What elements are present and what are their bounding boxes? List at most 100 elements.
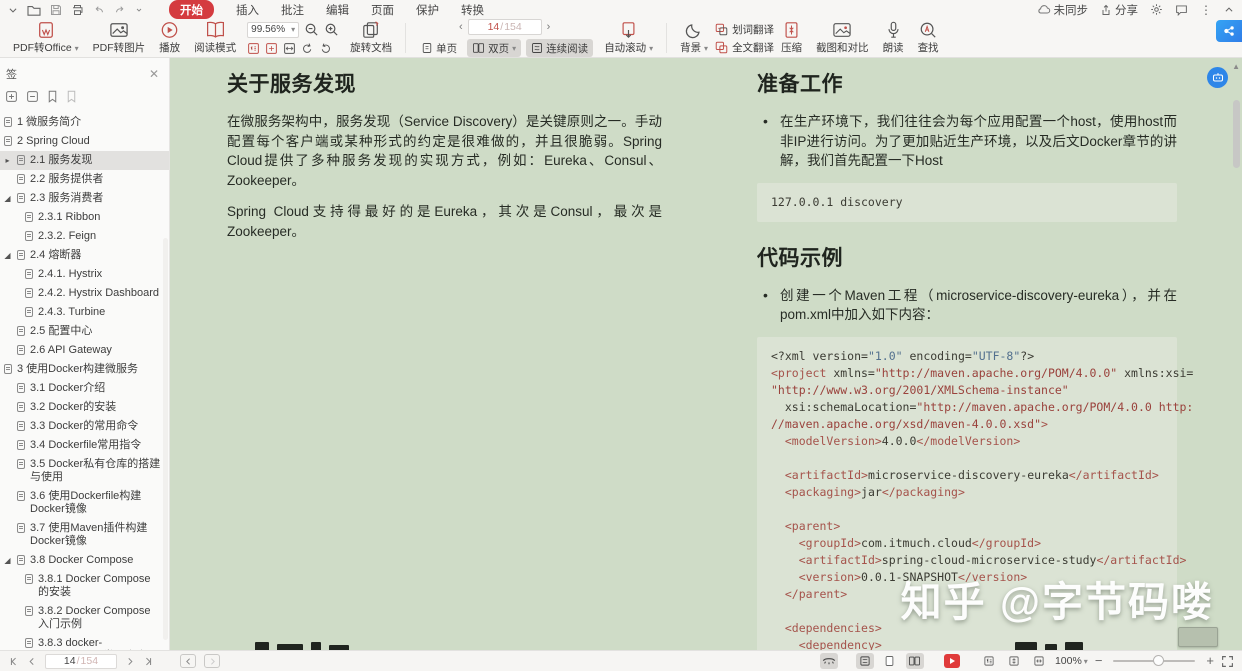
tab-insert[interactable]: 插入 — [236, 2, 259, 18]
collapse-all-icon[interactable] — [26, 90, 39, 103]
tab-edit[interactable]: 编辑 — [326, 2, 349, 18]
play-button[interactable]: 播放 — [152, 19, 187, 57]
fit-page-icon[interactable] — [265, 42, 278, 55]
prev-page-icon[interactable] — [27, 656, 37, 667]
collapse-icon[interactable]: ◢ — [3, 192, 12, 205]
bookmark-item[interactable]: 2 Spring Cloud — [0, 132, 169, 151]
undo-icon[interactable] — [93, 4, 105, 15]
bookmark-item[interactable]: 3.8.3 docker-compose.yml常用命令 — [0, 634, 169, 650]
compress-button[interactable]: 压缩 — [774, 19, 809, 57]
more-options-icon[interactable]: ⋮ — [1200, 3, 1212, 17]
menu-chevron-icon[interactable] — [8, 5, 18, 15]
single-page-button[interactable]: 单页 — [416, 39, 462, 57]
previous-view-button[interactable] — [180, 654, 196, 668]
read-aloud-button[interactable]: 朗读 — [876, 19, 911, 57]
collapse-icon[interactable]: ◢ — [3, 249, 12, 262]
bookmark-item[interactable]: 2.2 服务提供者 — [0, 170, 169, 189]
double-page-button[interactable]: 双页 ▾ — [467, 39, 521, 57]
close-panel-icon[interactable]: ✕ — [149, 67, 159, 81]
zoom-slider[interactable] — [1113, 660, 1195, 662]
prev-page-icon[interactable]: ‹ — [459, 21, 463, 33]
background-button[interactable]: 背景 ▾ — [673, 19, 715, 57]
double-page-mode-button[interactable] — [906, 653, 924, 669]
video-play-button[interactable] — [944, 654, 960, 668]
zoom-out-button[interactable]: − — [1095, 656, 1103, 666]
expand-icon[interactable]: ▸ — [3, 154, 12, 167]
zoom-input[interactable]: 99.56%▾ — [247, 22, 299, 38]
settings-gear-icon[interactable] — [1150, 3, 1163, 16]
bookmark-item[interactable]: 3.1 Docker介绍 — [0, 379, 169, 398]
bookmark-item[interactable]: 3.8.1 Docker Compose的安装 — [0, 570, 169, 602]
expand-all-icon[interactable] — [5, 90, 18, 103]
actual-size-icon[interactable] — [247, 42, 260, 55]
zoom-level[interactable]: 100%▾ — [1055, 655, 1088, 667]
collapse-ribbon-icon[interactable] — [1224, 5, 1234, 15]
collapse-icon[interactable]: ◢ — [3, 554, 12, 567]
bookmark-item[interactable]: 3.2 Docker的安装 — [0, 398, 169, 417]
scroll-up-icon[interactable]: ▲ — [1232, 62, 1240, 71]
bookmark-item[interactable]: 1 微服务简介 — [0, 113, 169, 132]
bookmark-item[interactable]: 2.6 API Gateway — [0, 341, 169, 360]
bookmark-item[interactable]: 3.3 Docker的常用命令 — [0, 417, 169, 436]
bookmark-item[interactable]: 3 使用Docker构建微服务 — [0, 360, 169, 379]
last-page-icon[interactable] — [143, 656, 154, 667]
print-icon[interactable] — [71, 4, 84, 16]
first-page-icon[interactable] — [8, 656, 19, 667]
feedback-icon[interactable] — [1175, 4, 1188, 16]
find-button[interactable]: 查找 — [911, 19, 946, 57]
bookmark-item[interactable]: 3.7 使用Maven插件构建Docker镜像 — [0, 519, 169, 551]
next-page-icon[interactable]: › — [547, 21, 551, 33]
delete-bookmark-icon[interactable] — [66, 90, 77, 103]
bookmark-item[interactable]: 3.8.2 Docker Compose入门示例 — [0, 602, 169, 634]
zoom-out-icon[interactable] — [304, 22, 319, 37]
fit-width-button[interactable] — [1030, 653, 1048, 669]
continuous-read-button[interactable]: 连续阅读 — [526, 39, 593, 57]
bookmark-item[interactable]: 2.3.1 Ribbon — [0, 208, 169, 227]
bookmark-item[interactable]: ▸2.1 服务发现 — [0, 151, 169, 170]
page-number-input[interactable]: 14/154 — [468, 19, 542, 35]
actual-size-button[interactable] — [980, 653, 998, 669]
bookmark-item[interactable]: ◢3.8 Docker Compose — [0, 551, 169, 570]
read-mode-button[interactable]: 阅读模式 — [187, 19, 243, 57]
zoom-in-icon[interactable] — [324, 22, 339, 37]
content-scrollbar[interactable] — [1233, 100, 1240, 168]
tab-convert[interactable]: 转换 — [461, 2, 484, 18]
continuous-mode-button[interactable] — [856, 653, 874, 669]
fit-page-button[interactable] — [1005, 653, 1023, 669]
sidebar-scrollbar[interactable] — [163, 238, 168, 640]
bookmark-item[interactable]: 2.3.2. Feign — [0, 227, 169, 246]
tab-home[interactable]: 开始 — [169, 0, 214, 19]
app-service-icon[interactable] — [1216, 20, 1242, 42]
bookmark-item[interactable]: 2.4.3. Turbine — [0, 303, 169, 322]
rotate-document-button[interactable]: 旋转文档 — [343, 19, 399, 57]
single-page-mode-button[interactable] — [881, 653, 899, 669]
save-icon[interactable] — [50, 4, 62, 16]
add-bookmark-icon[interactable] — [47, 90, 58, 103]
bookmark-item[interactable]: 3.6 使用Dockerfile构建Docker镜像 — [0, 487, 169, 519]
sync-status[interactable]: 未同步 — [1037, 2, 1089, 18]
bookmark-item[interactable]: ◢2.3 服务消费者 — [0, 189, 169, 208]
floating-assistant-button[interactable] — [1207, 67, 1228, 88]
tab-comment[interactable]: 批注 — [281, 2, 304, 18]
auto-scroll-button[interactable]: 自动滚动 ▾ — [597, 19, 660, 57]
status-page-input[interactable]: 14/154 — [45, 654, 117, 669]
rotate-right-icon[interactable] — [319, 42, 332, 55]
bookmark-item[interactable]: 2.4.1. Hystrix — [0, 265, 169, 284]
tab-page[interactable]: 页面 — [371, 2, 394, 18]
bookmark-item[interactable]: 2.5 配置中心 — [0, 322, 169, 341]
pdf-to-image-button[interactable]: PDF转图片 — [86, 19, 153, 57]
fullscreen-icon[interactable] — [1221, 655, 1234, 668]
share-button[interactable]: 分享 — [1100, 2, 1138, 18]
zoom-slider-knob[interactable] — [1153, 655, 1164, 666]
bookmark-item[interactable]: 3.4 Dockerfile常用指令 — [0, 436, 169, 455]
redo-icon[interactable] — [114, 4, 126, 15]
word-translate-button[interactable]: 划词翻译 — [715, 22, 774, 37]
tab-protect[interactable]: 保护 — [416, 2, 439, 18]
full-translate-button[interactable]: 全文翻译 — [715, 40, 774, 55]
rotate-left-icon[interactable] — [301, 42, 314, 55]
next-view-button[interactable] — [204, 654, 220, 668]
floating-restore-button[interactable] — [1178, 627, 1218, 647]
zoom-in-button[interactable]: + — [1206, 656, 1214, 666]
fit-width-icon[interactable] — [283, 42, 296, 55]
bookmark-item[interactable]: 2.4.2. Hystrix Dashboard — [0, 284, 169, 303]
